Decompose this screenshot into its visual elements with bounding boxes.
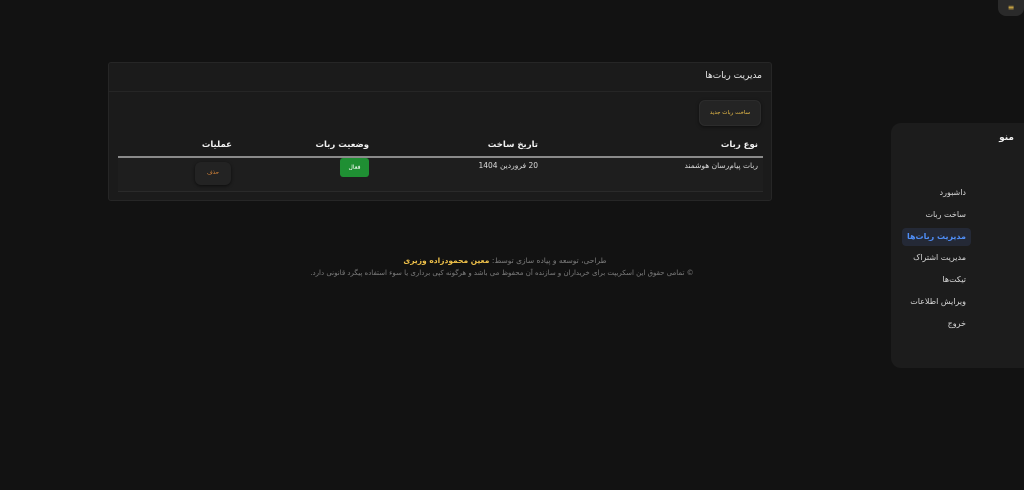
sidebar-title: منو bbox=[999, 133, 1014, 143]
credit-prefix: طراحی، توسعه و پیاده سازی توسط: bbox=[491, 256, 607, 265]
column-header-date: تاریخ ساخت bbox=[487, 140, 538, 150]
sidebar-item-subscription[interactable]: مدیریت اشتراک bbox=[908, 249, 971, 267]
sidebar-item-logout[interactable]: خروج bbox=[943, 315, 971, 333]
sidebar-item-manage-bots[interactable]: مدیریت ربات‌ها bbox=[901, 228, 971, 246]
author-name: معین محمودزاده وزیری bbox=[403, 256, 490, 265]
created-date-cell: 20 فروردین 1404 bbox=[478, 161, 538, 170]
footer-rights: © تمامی حقوق این اسکریپت برای خریداران و… bbox=[310, 269, 694, 277]
delete-button[interactable]: حذف bbox=[195, 162, 231, 185]
sidebar-item-create-bot[interactable]: ساخت ربات bbox=[920, 206, 971, 224]
footer-credit: طراحی، توسعه و پیاده سازی توسط: معین محم… bbox=[300, 256, 710, 265]
sidebar: منو داشبورد ساخت ربات مدیریت ربات‌ها مدی… bbox=[891, 123, 1024, 368]
column-header-operations: عملیات bbox=[201, 140, 232, 150]
bots-panel: مدیریت ربات‌ها ساخت ربات جدید نوع ربات ت… bbox=[108, 62, 772, 201]
new-bot-button[interactable]: ساخت ربات جدید bbox=[699, 100, 761, 126]
status-active-button[interactable]: فعال bbox=[340, 158, 369, 177]
sidebar-item-edit-profile[interactable]: ویرایش اطلاعات bbox=[905, 293, 971, 311]
panel-divider bbox=[109, 91, 771, 92]
column-header-type: نوع ربات bbox=[720, 140, 758, 150]
sidebar-item-tickets[interactable]: تیکت‌ها bbox=[937, 271, 971, 289]
menu-toggle-button[interactable]: ≡ bbox=[998, 0, 1024, 16]
sidebar-item-dashboard[interactable]: داشبورد bbox=[935, 184, 971, 202]
bot-type-cell: ربات پیام‌رسان هوشمند bbox=[684, 161, 758, 170]
column-header-status: وضعیت ربات bbox=[315, 140, 369, 150]
panel-title: مدیریت ربات‌ها bbox=[705, 71, 762, 81]
